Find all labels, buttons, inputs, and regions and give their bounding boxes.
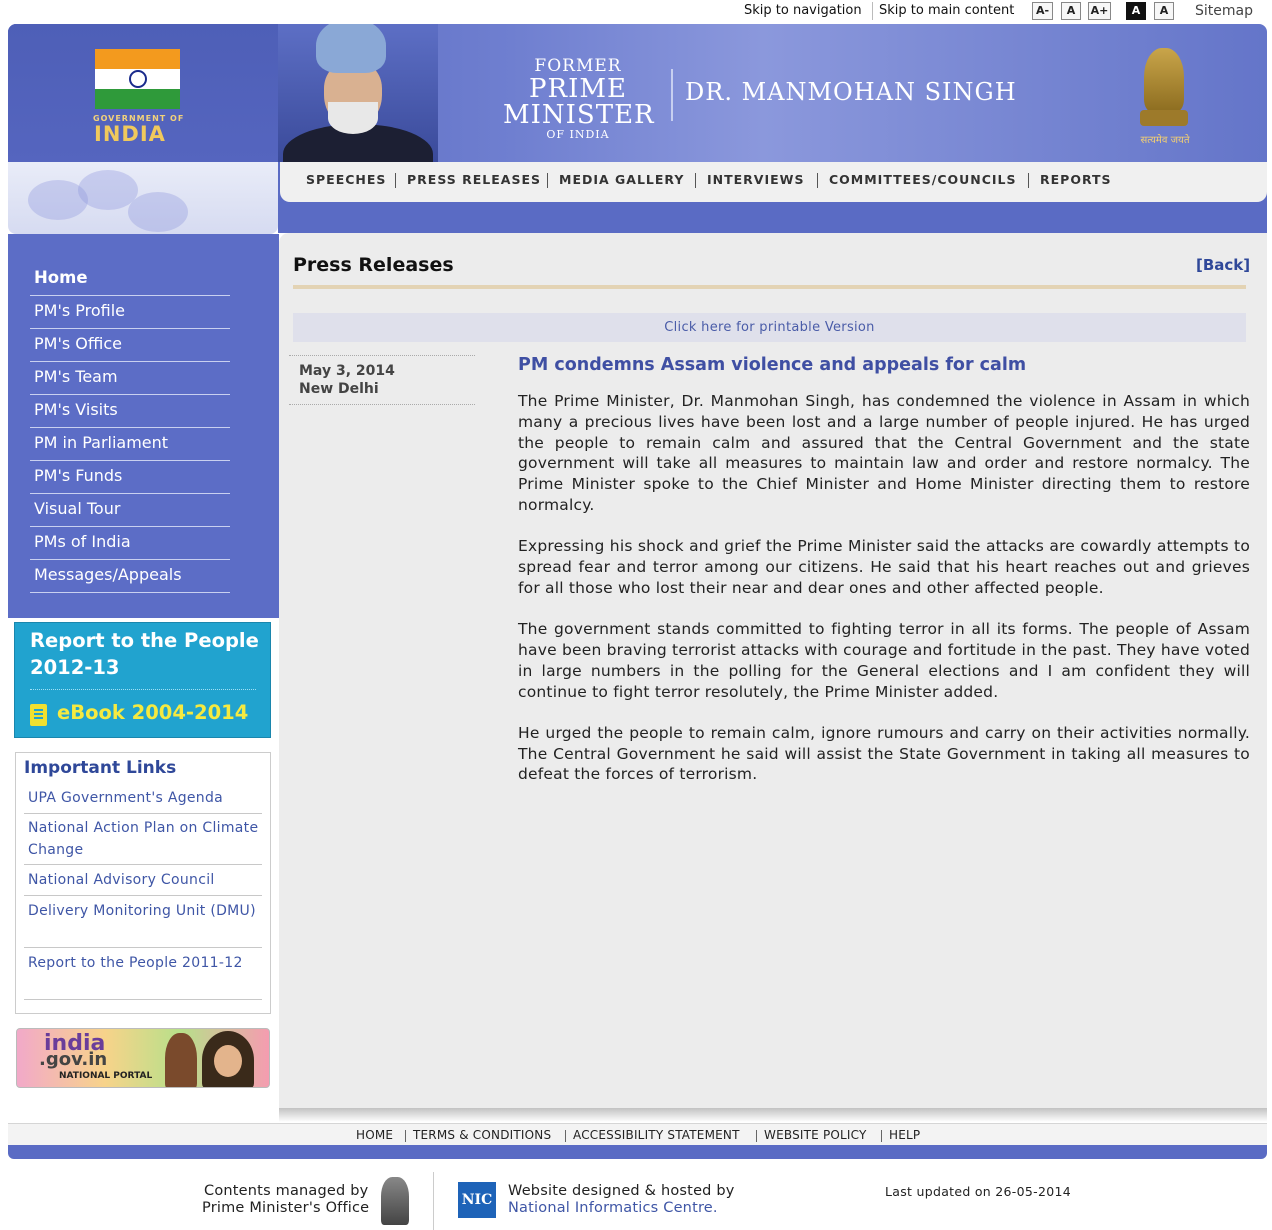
content-shadow [279, 1108, 1267, 1122]
skip-to-main-content-link[interactable]: Skip to main content [879, 3, 1014, 18]
title-prime: PRIME [529, 74, 627, 104]
important-links-panel: Important Links UPA Government's Agenda … [15, 752, 271, 1014]
designed-by-label: Website designed & hosted by [508, 1183, 735, 1199]
divider [872, 2, 873, 20]
nav-media-gallery[interactable]: MEDIA GALLERY [559, 172, 684, 187]
pm-portrait [278, 24, 438, 162]
accessibility-bar: Skip to navigation Skip to main content … [0, 0, 1272, 24]
portal-gov-in-text: .gov.in [39, 1049, 108, 1070]
main-navigation: SPEECHES PRESS RELEASES MEDIA GALLERY IN… [280, 162, 1267, 202]
footer-website-policy-link[interactable]: WEBSITE POLICY [764, 1128, 867, 1142]
release-date: May 3, 2014 [299, 363, 395, 379]
footer-band [8, 1145, 1267, 1159]
article-paragraph: Expressing his shock and grief the Prime… [518, 537, 1250, 597]
footer-terms-link[interactable]: TERMS & CONDITIONS [413, 1128, 551, 1142]
footer-home-link[interactable]: HOME [356, 1128, 393, 1142]
article-body: The Prime Minister, Dr. Manmohan Singh, … [518, 391, 1250, 806]
link-report-2011-12[interactable]: Report to the People 2011-12 [24, 952, 262, 1000]
page-title: Press Releases [293, 254, 454, 276]
article-headline: PM condemns Assam violence and appeals f… [518, 355, 1027, 375]
font-decrease-button[interactable]: A- [1032, 2, 1053, 20]
sidebar-item-pms-funds[interactable]: PM's Funds [30, 461, 230, 494]
sidebar-item-home[interactable]: Home [30, 263, 230, 296]
important-links-title: Important Links [24, 758, 177, 778]
last-updated: Last updated on 26-05-2014 [885, 1184, 1071, 1199]
main-content: Press Releases [Back] Click here for pri… [279, 233, 1267, 1109]
title-minister: MINISTER [503, 100, 655, 130]
credits-area: Contents managed by Prime Minister's Off… [0, 1160, 1272, 1230]
skip-to-navigation-link[interactable]: Skip to navigation [744, 3, 862, 18]
footer-divider [433, 1172, 434, 1230]
high-contrast-button[interactable]: A [1126, 2, 1146, 20]
header-divider [671, 69, 673, 121]
former-pm-title: FORMER PRIME MINISTER OF INDIA [503, 56, 655, 141]
footer-accessibility-link[interactable]: ACCESSIBILITY STATEMENT [573, 1128, 740, 1142]
site-header: GOVERNMENT OF INDIA FORMER PRIME MINISTE… [8, 24, 1267, 162]
sidebar-item-pms-of-india[interactable]: PMs of India [30, 527, 230, 560]
nav-reports[interactable]: REPORTS [1040, 172, 1112, 187]
title-underline [293, 285, 1246, 289]
portal-person-image [202, 1031, 254, 1087]
sidebar-item-visual-tour[interactable]: Visual Tour [30, 494, 230, 527]
sitemap-link[interactable]: Sitemap [1195, 3, 1253, 19]
link-national-advisory-council[interactable]: National Advisory Council [24, 869, 262, 896]
nav-committees-councils[interactable]: COMMITTEES/COUNCILS [829, 172, 1017, 187]
nav-press-releases[interactable]: PRESS RELEASES [407, 172, 541, 187]
nic-logo-icon[interactable]: NIC [458, 1182, 496, 1218]
sidebar-item-pms-team[interactable]: PM's Team [30, 362, 230, 395]
font-normal-button[interactable]: A [1061, 2, 1081, 20]
link-upa-agenda[interactable]: UPA Government's Agenda [24, 787, 262, 814]
portal-national-text: NATIONAL PORTAL [59, 1071, 153, 1081]
sidebar-menu: Home PM's Profile PM's Office PM's Team … [8, 234, 279, 618]
government-of-india-logo[interactable]: GOVERNMENT OF INDIA [8, 24, 278, 162]
title-former: FORMER [534, 56, 622, 76]
printable-version-link[interactable]: Click here for printable Version [293, 313, 1246, 342]
link-delivery-monitoring-unit[interactable]: Delivery Monitoring Unit (DMU) [24, 900, 262, 948]
font-increase-button[interactable]: A+ [1088, 2, 1111, 20]
sidebar-item-pms-profile[interactable]: PM's Profile [30, 296, 230, 329]
ebook-icon [30, 704, 47, 726]
ebook-link[interactable]: eBook 2004-2014 [57, 701, 248, 724]
lotus-decoration [8, 162, 278, 234]
goi-big-text: INDIA [94, 122, 166, 146]
normal-contrast-button[interactable]: A [1154, 2, 1174, 20]
release-date-block: May 3, 2014 New Delhi [289, 355, 475, 405]
back-link[interactable]: [Back] [1196, 256, 1250, 274]
report-title[interactable]: Report to the People 2012-13 [30, 627, 265, 681]
article-paragraph: He urged the people to remain calm, igno… [518, 723, 1250, 784]
nic-link[interactable]: National Informatics Centre. [508, 1200, 718, 1216]
india-gov-portal-banner[interactable]: india .gov.in NATIONAL PORTAL [16, 1028, 270, 1088]
report-to-the-people-banner[interactable]: Report to the People 2012-13 eBook 2004-… [14, 622, 271, 738]
footer-help-link[interactable]: HELP [889, 1128, 920, 1142]
link-climate-change[interactable]: National Action Plan on Climate Change [24, 817, 262, 865]
nav-interviews[interactable]: INTERVIEWS [707, 172, 804, 187]
article-paragraph: The government stands committed to fight… [518, 620, 1250, 701]
sidebar-item-pm-in-parliament[interactable]: PM in Parliament [30, 428, 230, 461]
contents-managed-label: Contents managed by [204, 1183, 369, 1199]
sidebar-item-pms-office[interactable]: PM's Office [30, 329, 230, 362]
footer-links: HOME TERMS & CONDITIONS ACCESSIBILITY ST… [8, 1123, 1267, 1145]
pm-name: DR. MANMOHAN SINGH [685, 78, 1017, 106]
indian-flag-icon [95, 49, 180, 109]
portal-person-image [165, 1033, 197, 1087]
pmo-label: Prime Minister's Office [202, 1200, 370, 1216]
nav-speeches[interactable]: SPEECHES [306, 172, 386, 187]
release-place: New Delhi [299, 381, 379, 397]
sidebar-item-pms-visits[interactable]: PM's Visits [30, 395, 230, 428]
article-paragraph: The Prime Minister, Dr. Manmohan Singh, … [518, 392, 1250, 514]
national-emblem-icon: सत्यमेव जयते [1130, 44, 1200, 150]
national-emblem-icon [381, 1177, 409, 1225]
sidebar-item-messages-appeals[interactable]: Messages/Appeals [30, 560, 230, 593]
emblem-motto: सत्यमेव जयते [1140, 135, 1190, 146]
